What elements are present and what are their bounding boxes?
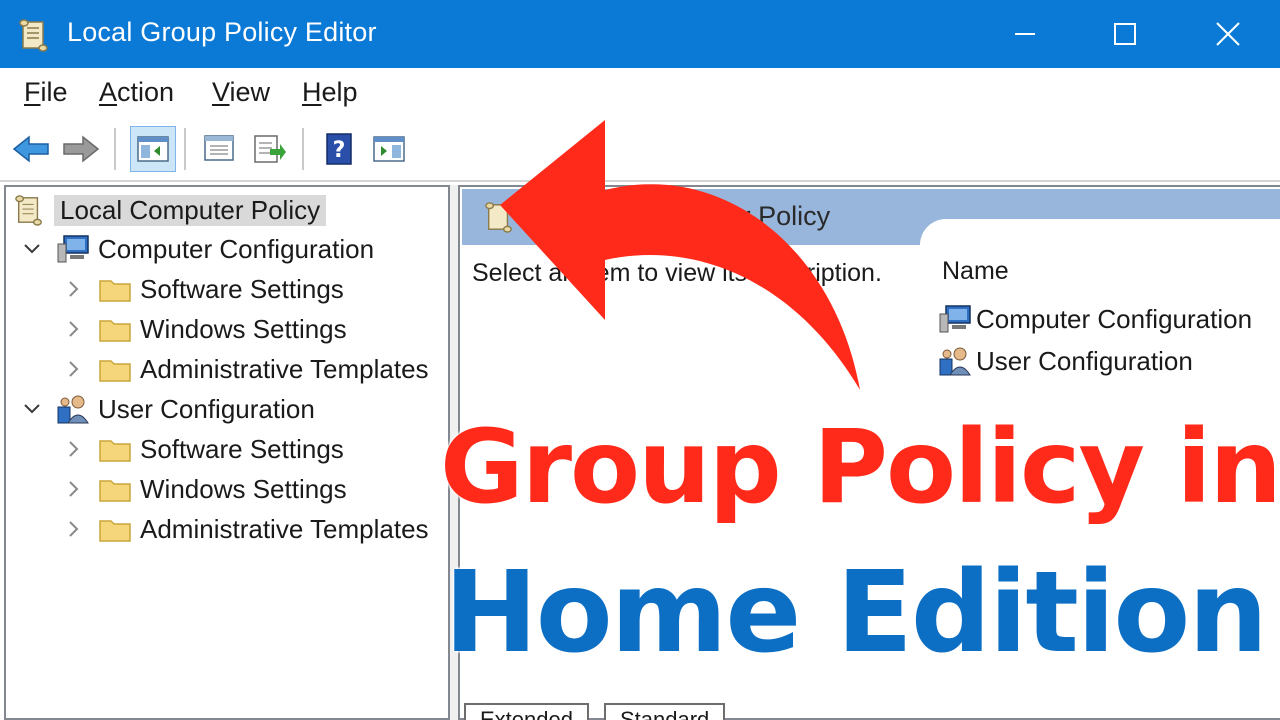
back-button[interactable] bbox=[8, 126, 54, 172]
tree-node-local-computer-policy[interactable]: Local Computer Policy bbox=[12, 191, 327, 229]
headline-line-2: Home Edition bbox=[443, 548, 1268, 678]
help-button[interactable]: ? bbox=[316, 126, 362, 172]
menu-action[interactable]: Action bbox=[99, 77, 174, 108]
tree-node-label: Software Settings bbox=[140, 273, 344, 304]
tab-standard[interactable]: Standard bbox=[604, 703, 726, 720]
expand-chevron-icon[interactable] bbox=[62, 310, 86, 348]
detail-header-title: Local Computer Policy bbox=[560, 201, 831, 231]
tree-node-label: Computer Configuration bbox=[98, 233, 375, 264]
export-list-button[interactable] bbox=[246, 126, 292, 172]
properties-icon bbox=[204, 135, 234, 161]
minimize-icon bbox=[1015, 33, 1035, 35]
policy-scroll-icon bbox=[484, 201, 514, 238]
tab-extended[interactable]: Extended bbox=[464, 703, 589, 720]
list-item-user-configuration[interactable]: User Configuration bbox=[938, 341, 1193, 381]
menu-help[interactable]: Help bbox=[302, 77, 358, 108]
close-icon bbox=[1216, 22, 1240, 46]
headline-line-1: Group Policy in bbox=[440, 408, 1280, 527]
menu-bar: File Action View Help bbox=[0, 68, 1280, 120]
show-hide-action-pane-icon bbox=[373, 136, 405, 162]
users-icon bbox=[938, 344, 972, 378]
tree-node-administrative-templates[interactable]: Administrative Templates bbox=[98, 350, 429, 388]
maximize-icon bbox=[1114, 23, 1136, 45]
show-hide-console-tree-button[interactable] bbox=[130, 126, 176, 172]
list-item-label: Computer Configuration bbox=[976, 303, 1253, 334]
menu-file[interactable]: File bbox=[24, 77, 68, 108]
tree-node-label: Administrative Templates bbox=[140, 513, 429, 544]
console-tree[interactable]: Local Computer Policy Computer Configura… bbox=[4, 185, 450, 720]
tree-node-computer-configuration[interactable]: Computer Configuration bbox=[56, 230, 374, 268]
folder-icon bbox=[98, 272, 132, 306]
tree-node-user-configuration[interactable]: User Configuration bbox=[56, 390, 315, 428]
tree-node-software-settings[interactable]: Software Settings bbox=[98, 270, 344, 308]
policy-scroll-icon bbox=[18, 18, 50, 52]
toolbar-separator bbox=[114, 128, 116, 170]
title-bar: Local Group Policy Editor bbox=[0, 0, 1280, 68]
back-arrow-icon bbox=[12, 135, 49, 163]
forward-button[interactable] bbox=[58, 126, 104, 172]
window-title: Local Group Policy Editor bbox=[67, 17, 377, 47]
toolbar-divider bbox=[0, 180, 1280, 182]
close-button[interactable] bbox=[1178, 0, 1278, 68]
folder-icon bbox=[98, 432, 132, 466]
menu-view[interactable]: View bbox=[212, 77, 270, 108]
show-hide-console-tree-icon bbox=[137, 136, 169, 162]
description-text: Select an item to view its description. bbox=[472, 259, 882, 287]
collapse-chevron-icon[interactable] bbox=[20, 230, 44, 268]
expand-chevron-icon[interactable] bbox=[62, 350, 86, 388]
forward-arrow-icon bbox=[63, 135, 100, 163]
computer-icon bbox=[938, 302, 972, 336]
tree-node-windows-settings[interactable]: Windows Settings bbox=[98, 470, 347, 508]
minimize-button[interactable] bbox=[975, 0, 1075, 68]
users-icon bbox=[56, 392, 90, 426]
tree-node-label: User Configuration bbox=[98, 393, 315, 424]
expand-chevron-icon[interactable] bbox=[62, 510, 86, 548]
expand-chevron-icon[interactable] bbox=[62, 470, 86, 508]
show-hide-action-pane-button[interactable] bbox=[366, 126, 412, 172]
policy-scroll-icon bbox=[12, 193, 46, 227]
tree-node-label: Software Settings bbox=[140, 433, 344, 464]
tree-node-label: Administrative Templates bbox=[140, 353, 429, 384]
svg-text:?: ? bbox=[333, 138, 346, 163]
collapse-chevron-icon[interactable] bbox=[20, 390, 44, 428]
folder-icon bbox=[98, 352, 132, 386]
folder-icon bbox=[98, 512, 132, 546]
maximize-button[interactable] bbox=[1075, 0, 1175, 68]
tree-node-windows-settings[interactable]: Windows Settings bbox=[98, 310, 347, 348]
tree-node-software-settings[interactable]: Software Settings bbox=[98, 430, 344, 468]
list-item-label: User Configuration bbox=[976, 345, 1193, 376]
folder-icon bbox=[98, 472, 132, 506]
toolbar: ? bbox=[0, 120, 1280, 178]
expand-chevron-icon[interactable] bbox=[62, 270, 86, 308]
list-item-computer-configuration[interactable]: Computer Configuration bbox=[938, 299, 1252, 339]
detail-header-notch bbox=[920, 219, 1280, 245]
name-column-header[interactable]: Name bbox=[942, 257, 1009, 286]
tree-node-label: Windows Settings bbox=[140, 313, 347, 344]
help-icon: ? bbox=[326, 133, 352, 165]
expand-chevron-icon[interactable] bbox=[62, 430, 86, 468]
toolbar-separator bbox=[302, 128, 304, 170]
properties-button[interactable] bbox=[196, 126, 242, 172]
tree-node-administrative-templates[interactable]: Administrative Templates bbox=[98, 510, 429, 548]
tree-node-label: Local Computer Policy bbox=[54, 194, 327, 226]
folder-icon bbox=[98, 312, 132, 346]
computer-icon bbox=[56, 232, 90, 266]
export-list-icon bbox=[254, 135, 286, 163]
toolbar-separator bbox=[184, 128, 186, 170]
tree-node-label: Windows Settings bbox=[140, 473, 347, 504]
